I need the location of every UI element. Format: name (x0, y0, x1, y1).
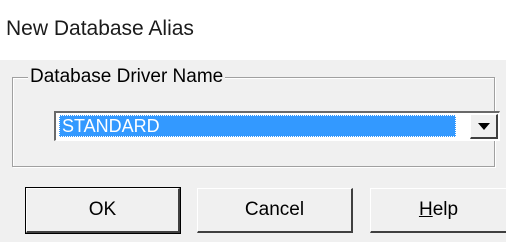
help-button[interactable]: Help (370, 188, 506, 233)
cancel-button-label: Cancel (244, 199, 305, 220)
help-mnemonic: H (418, 199, 433, 220)
driver-group-label: Database Driver Name (28, 65, 226, 89)
cancel-button[interactable]: Cancel (197, 188, 353, 233)
title-bar[interactable]: New Database Alias (0, 0, 506, 60)
chevron-down-icon (478, 123, 490, 130)
dialog-body: Database Driver Name STANDARD OK Cancel … (0, 60, 506, 242)
ok-button-label: OK (88, 199, 117, 220)
dialog-title: New Database Alias (6, 17, 194, 40)
driver-name-value[interactable]: STANDARD (59, 115, 456, 137)
ok-button[interactable]: OK (25, 187, 181, 234)
dropdown-button[interactable] (470, 114, 498, 139)
driver-name-select[interactable]: STANDARD (54, 111, 500, 141)
help-button-label: elp (432, 199, 459, 220)
dialog-window: New Database Alias Database Driver Name … (0, 0, 506, 242)
